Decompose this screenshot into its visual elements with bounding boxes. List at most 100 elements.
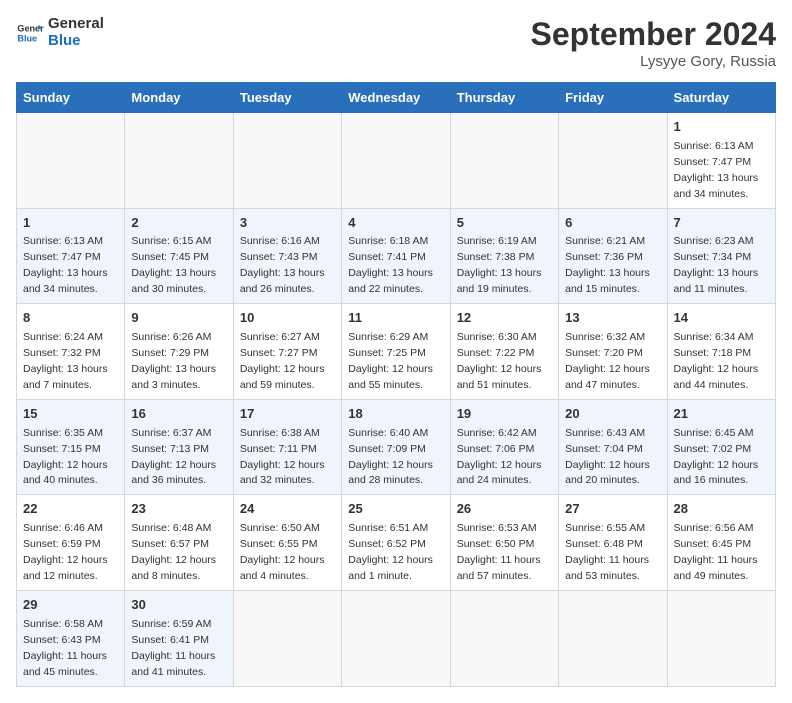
day-number: 18	[348, 405, 443, 424]
day-info: Sunrise: 6:24 AMSunset: 7:32 PMDaylight:…	[23, 331, 108, 391]
day-number: 6	[565, 214, 660, 233]
day-number: 27	[565, 500, 660, 519]
calendar-cell: 10Sunrise: 6:27 AMSunset: 7:27 PMDayligh…	[233, 304, 341, 400]
day-info: Sunrise: 6:56 AMSunset: 6:45 PMDaylight:…	[674, 522, 758, 582]
day-info: Sunrise: 6:51 AMSunset: 6:52 PMDaylight:…	[348, 522, 433, 582]
calendar-header-row: Sunday Monday Tuesday Wednesday Thursday…	[17, 83, 776, 113]
calendar-cell: 6 Sunrise: 6:21 AMSunset: 7:36 PMDaylight…	[559, 208, 667, 304]
calendar-cell	[559, 590, 667, 686]
day-info: Sunrise: 6:58 AMSunset: 6:43 PMDaylight:…	[23, 618, 107, 678]
day-info: Sunrise: 6:45 AMSunset: 7:02 PMDaylight:…	[674, 427, 759, 487]
calendar-cell	[559, 113, 667, 209]
day-number: 4	[348, 214, 443, 233]
calendar-cell: 11Sunrise: 6:29 AMSunset: 7:25 PMDayligh…	[342, 304, 450, 400]
day-number: 26	[457, 500, 552, 519]
calendar-cell: 17 Sunrise: 6:38 AMSunset: 7:11 PMDayligh…	[233, 399, 341, 495]
calendar-cell: 3 Sunrise: 6:16 AMSunset: 7:43 PMDaylight…	[233, 208, 341, 304]
day-number: 3	[240, 214, 335, 233]
day-info: Sunrise: 6:18 AMSunset: 7:41 PMDaylight:…	[348, 235, 433, 295]
day-info: Sunrise: 6:35 AMSunset: 7:15 PMDaylight:…	[23, 427, 108, 487]
calendar-cell: 9Sunrise: 6:26 AMSunset: 7:29 PMDaylight…	[125, 304, 233, 400]
calendar-cell	[342, 113, 450, 209]
calendar-cell	[450, 113, 558, 209]
day-number: 22	[23, 500, 118, 519]
calendar-week-row: 1 Sunrise: 6:13 AMSunset: 7:47 PMDaylight…	[17, 113, 776, 209]
calendar-cell: 20 Sunrise: 6:43 AMSunset: 7:04 PMDayligh…	[559, 399, 667, 495]
calendar-cell	[17, 113, 125, 209]
day-number: 23	[131, 500, 226, 519]
calendar-cell: 13 Sunrise: 6:32 AMSunset: 7:20 PMDayligh…	[559, 304, 667, 400]
day-info: Sunrise: 6:21 AMSunset: 7:36 PMDaylight:…	[565, 235, 650, 295]
day-number: 1	[674, 118, 769, 137]
day-number: 28	[674, 500, 769, 519]
day-info: Sunrise: 6:40 AMSunset: 7:09 PMDaylight:…	[348, 427, 433, 487]
calendar-cell: 8Sunrise: 6:24 AMSunset: 7:32 PMDaylight…	[17, 304, 125, 400]
calendar-cell: 1 Sunrise: 6:13 AMSunset: 7:47 PMDaylight…	[17, 208, 125, 304]
calendar-cell: 27Sunrise: 6:55 AMSunset: 6:48 PMDayligh…	[559, 495, 667, 591]
calendar-cell: 4 Sunrise: 6:18 AMSunset: 7:41 PMDaylight…	[342, 208, 450, 304]
day-number: 25	[348, 500, 443, 519]
day-info: Sunrise: 6:13 AMSunset: 7:47 PMDaylight:…	[674, 140, 759, 200]
calendar-cell: 18 Sunrise: 6:40 AMSunset: 7:09 PMDayligh…	[342, 399, 450, 495]
calendar-cell: 2 Sunrise: 6:15 AMSunset: 7:45 PMDaylight…	[125, 208, 233, 304]
calendar-cell: 7 Sunrise: 6:23 AMSunset: 7:34 PMDaylight…	[667, 208, 775, 304]
logo-general: General	[48, 16, 104, 33]
header-thursday: Thursday	[450, 83, 558, 113]
calendar-cell: 25 Sunrise: 6:51 AMSunset: 6:52 PMDayligh…	[342, 495, 450, 591]
page-header: General Blue General Blue September 2024…	[16, 16, 776, 70]
day-info: Sunrise: 6:16 AMSunset: 7:43 PMDaylight:…	[240, 235, 325, 295]
day-info: Sunrise: 6:30 AMSunset: 7:22 PMDaylight:…	[457, 331, 542, 391]
day-info: Sunrise: 6:43 AMSunset: 7:04 PMDaylight:…	[565, 427, 650, 487]
day-info: Sunrise: 6:23 AMSunset: 7:34 PMDaylight:…	[674, 235, 759, 295]
day-number: 24	[240, 500, 335, 519]
day-info: Sunrise: 6:37 AMSunset: 7:13 PMDaylight:…	[131, 427, 216, 487]
calendar-cell	[233, 590, 341, 686]
day-info: Sunrise: 6:32 AMSunset: 7:20 PMDaylight:…	[565, 331, 650, 391]
day-info: Sunrise: 6:53 AMSunset: 6:50 PMDaylight:…	[457, 522, 541, 582]
day-info: Sunrise: 6:38 AMSunset: 7:11 PMDaylight:…	[240, 427, 325, 487]
day-number: 5	[457, 214, 552, 233]
day-info: Sunrise: 6:34 AMSunset: 7:18 PMDaylight:…	[674, 331, 759, 391]
calendar-cell: 29Sunrise: 6:58 AMSunset: 6:43 PMDayligh…	[17, 590, 125, 686]
day-number: 21	[674, 405, 769, 424]
title-block: September 2024 Lysyye Gory, Russia	[531, 16, 776, 70]
day-number: 12	[457, 309, 552, 328]
header-wednesday: Wednesday	[342, 83, 450, 113]
calendar-cell	[342, 590, 450, 686]
day-number: 16	[131, 405, 226, 424]
day-number: 10	[240, 309, 335, 328]
header-monday: Monday	[125, 83, 233, 113]
calendar-table: Sunday Monday Tuesday Wednesday Thursday…	[16, 82, 776, 687]
day-number: 7	[674, 214, 769, 233]
day-info: Sunrise: 6:59 AMSunset: 6:41 PMDaylight:…	[131, 618, 215, 678]
calendar-week-row: 1 Sunrise: 6:13 AMSunset: 7:47 PMDaylight…	[17, 208, 776, 304]
day-info: Sunrise: 6:19 AMSunset: 7:38 PMDaylight:…	[457, 235, 542, 295]
calendar-cell	[667, 590, 775, 686]
logo-icon: General Blue	[16, 19, 44, 47]
calendar-cell: 22Sunrise: 6:46 AMSunset: 6:59 PMDayligh…	[17, 495, 125, 591]
day-number: 11	[348, 309, 443, 328]
logo: General Blue General Blue	[16, 16, 104, 49]
day-number: 2	[131, 214, 226, 233]
calendar-cell: 23Sunrise: 6:48 AMSunset: 6:57 PMDayligh…	[125, 495, 233, 591]
location: Lysyye Gory, Russia	[531, 53, 776, 70]
day-number: 17	[240, 405, 335, 424]
calendar-cell	[233, 113, 341, 209]
logo-blue: Blue	[48, 33, 104, 50]
calendar-week-row: 8Sunrise: 6:24 AMSunset: 7:32 PMDaylight…	[17, 304, 776, 400]
calendar-cell: 24 Sunrise: 6:50 AMSunset: 6:55 PMDayligh…	[233, 495, 341, 591]
month-title: September 2024	[531, 16, 776, 53]
calendar-cell: 15Sunrise: 6:35 AMSunset: 7:15 PMDayligh…	[17, 399, 125, 495]
day-info: Sunrise: 6:26 AMSunset: 7:29 PMDaylight:…	[131, 331, 216, 391]
day-number: 1	[23, 214, 118, 233]
day-number: 19	[457, 405, 552, 424]
day-info: Sunrise: 6:15 AMSunset: 7:45 PMDaylight:…	[131, 235, 216, 295]
day-number: 20	[565, 405, 660, 424]
calendar-cell: 5 Sunrise: 6:19 AMSunset: 7:38 PMDaylight…	[450, 208, 558, 304]
header-friday: Friday	[559, 83, 667, 113]
day-info: Sunrise: 6:50 AMSunset: 6:55 PMDaylight:…	[240, 522, 325, 582]
calendar-cell: 16 Sunrise: 6:37 AMSunset: 7:13 PMDayligh…	[125, 399, 233, 495]
day-info: Sunrise: 6:13 AMSunset: 7:47 PMDaylight:…	[23, 235, 108, 295]
day-number: 13	[565, 309, 660, 328]
calendar-cell: 1 Sunrise: 6:13 AMSunset: 7:47 PMDaylight…	[667, 113, 775, 209]
